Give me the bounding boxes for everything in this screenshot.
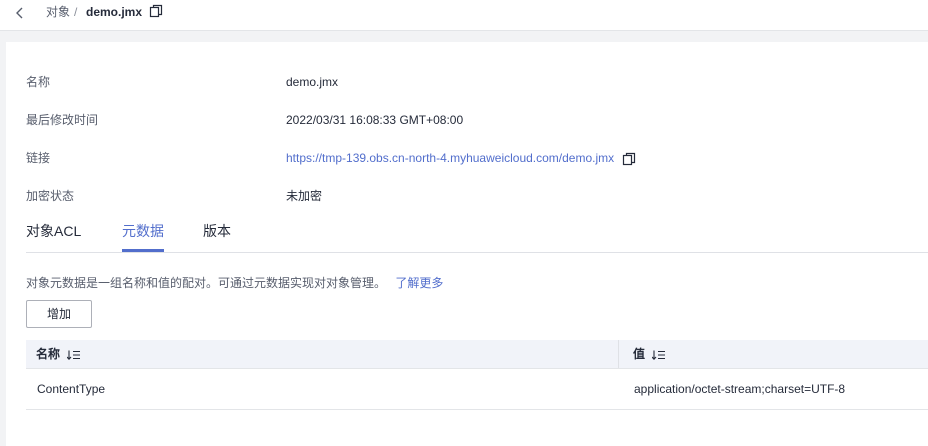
- table-header: 名称 值: [26, 340, 928, 369]
- encryption-label: 加密状态: [26, 189, 75, 203]
- sort-icon[interactable]: [652, 350, 666, 360]
- link-label: 链接: [26, 151, 51, 165]
- add-metadata-button[interactable]: 增加: [26, 300, 92, 328]
- copy-icon[interactable]: [149, 4, 163, 18]
- sort-icon[interactable]: [67, 350, 81, 360]
- active-tab-indicator: [122, 249, 164, 252]
- tab-versions[interactable]: 版本: [203, 222, 231, 240]
- breadcrumb-separator: /: [74, 5, 78, 19]
- chevron-left-icon: [16, 7, 23, 19]
- column-divider: [618, 340, 619, 368]
- page-title: demo.jmx: [86, 5, 143, 19]
- column-header-value: 值: [633, 340, 666, 368]
- object-detail-panel: 名称 demo.jmx 最后修改时间 2022/03/31 16:08:33 G…: [6, 42, 928, 446]
- learn-more-link[interactable]: 了解更多: [395, 276, 443, 290]
- column-header-name: 名称: [36, 340, 81, 368]
- object-url-link[interactable]: https://tmp-139.obs.cn-north-4.myhuaweic…: [286, 150, 614, 166]
- top-bar: 对象 / demo.jmx: [0, 0, 928, 31]
- name-value: demo.jmx: [286, 75, 339, 89]
- column-header-value-label: 值: [633, 347, 646, 361]
- description-text: 对象元数据是一组名称和值的配对。可通过元数据实现对对象管理。: [26, 276, 387, 290]
- tab-bar: 对象ACL 元数据 版本: [26, 222, 928, 253]
- column-header-name-label: 名称: [36, 347, 61, 361]
- metadata-value-cell: application/octet-stream;charset=UTF-8: [634, 382, 846, 396]
- back-button[interactable]: [10, 3, 30, 23]
- last-modified-value: 2022/03/31 16:08:33 GMT+08:00: [286, 113, 464, 127]
- metadata-name-cell: ContentType: [37, 382, 106, 396]
- tab-metadata[interactable]: 元数据: [122, 222, 164, 240]
- encryption-value: 未加密: [286, 189, 323, 203]
- last-modified-label: 最后修改时间: [26, 113, 99, 127]
- copy-icon[interactable]: [622, 152, 636, 166]
- metadata-description: 对象元数据是一组名称和值的配对。可通过元数据实现对对象管理。 了解更多: [26, 275, 443, 291]
- tab-object-acl[interactable]: 对象ACL: [26, 222, 81, 240]
- table-row: ContentType application/octet-stream;cha…: [26, 369, 928, 410]
- breadcrumb-parent-link[interactable]: 对象: [46, 4, 70, 20]
- name-label: 名称: [26, 75, 51, 89]
